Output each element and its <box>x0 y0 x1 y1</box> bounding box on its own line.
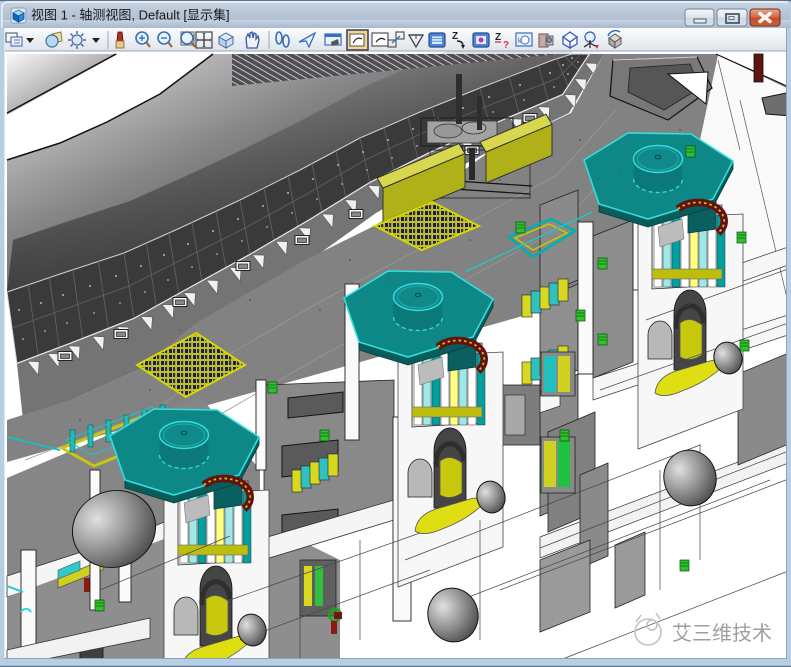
svg-text:艾三维技术: 艾三维技术 <box>672 622 772 645</box>
svg-text:视图 1 - 轴测视图, Default [显示集]: 视图 1 - 轴测视图, Default [显示集] <box>31 8 230 23</box>
svg-text:k: k <box>518 38 522 45</box>
svg-text:?: ? <box>503 40 509 51</box>
